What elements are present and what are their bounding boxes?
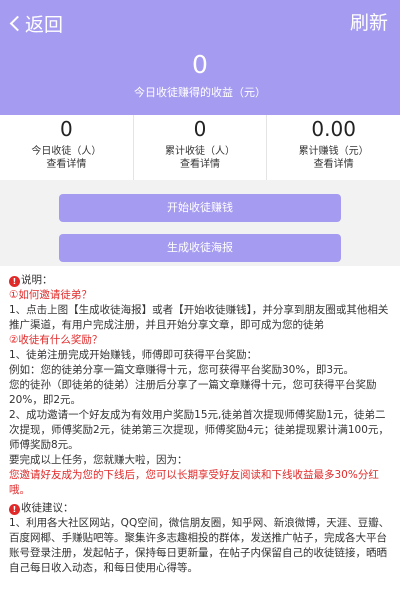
- notes-title-text: 说明：: [21, 274, 53, 286]
- tips-title-text: 收徒建议：: [21, 502, 74, 514]
- instructions: ! 说明： ①如何邀请徒弟？ 1、点击上图【生成收徒海报】或者【开始收徒赚钱】，并…: [9, 273, 393, 576]
- stats-bar: 0 今日收徒（人） 查看详情 0 累计收徒（人） 查看详情 0.00 累计赚钱（…: [0, 115, 400, 180]
- answer-how-to-invite: 1、点击上图【生成收徒海报】或者【开始收徒赚钱】，并分享到朋友圈或其他相关推广渠…: [9, 304, 389, 331]
- question-how-to-invite: ①如何邀请徒弟？: [9, 289, 92, 301]
- back-button[interactable]: 返回: [6, 9, 63, 37]
- action-panel: 开始收徒赚钱 生成收徒海报: [0, 180, 400, 266]
- start-recruiting-button[interactable]: 开始收徒赚钱: [59, 194, 341, 222]
- chevron-left-icon: [9, 15, 26, 31]
- reward-grand-apprentice: 您的徒孙（即徒弟的徒弟）注册后分享了一篇文章赚得十元，您可获得平台奖励20%，即…: [9, 379, 377, 406]
- question-rewards: ②收徒有什么奖励？: [9, 334, 103, 346]
- highlight-text: 您邀请好友成为您的下线后，您可以长期享受好友阅读和下线收益最多30%分红哦。: [9, 469, 379, 496]
- stat-value: 0.00: [311, 117, 356, 141]
- view-details-link[interactable]: 查看详情: [0, 155, 133, 170]
- reward-example: 例如：您的徒弟分享一篇文章赚得十元，您可获得平台奖励30%，即3元。: [9, 364, 355, 376]
- generate-poster-button[interactable]: 生成收徒海报: [59, 234, 341, 262]
- stat-today-apprentices: 0 今日收徒（人） 查看详情: [0, 115, 133, 180]
- stat-value: 0: [59, 117, 73, 141]
- header: 返回 刷新 0 今日收徒赚得的收益（元）: [0, 0, 400, 115]
- reward-rule-1: 1、徒弟注册完成开始赚钱，师傅即可获得平台奖励：: [9, 349, 258, 361]
- tip-item: 1、利用各大社区网站，QQ空间，微信朋友圈，知乎网、新浪微博，天涯、豆瓣、百度网…: [9, 517, 390, 574]
- stat-total-apprentices: 0 累计收徒（人） 查看详情: [132, 115, 267, 180]
- stat-value: 0: [193, 117, 207, 141]
- tips-title: ! 收徒建议：: [9, 501, 393, 516]
- reward-rule-2: 2、成功邀请一个好友成为有效用户奖励15元,徒弟首次提现师傅奖励1元，徒弟二次提…: [9, 409, 389, 451]
- stat-total-earnings: 0.00 累计赚钱（元） 查看详情: [266, 115, 400, 180]
- info-icon: !: [9, 504, 20, 515]
- reward-summary: 要完成以上任务，您就赚大啦，因为：: [9, 454, 188, 466]
- today-earnings-value: 0: [192, 50, 208, 79]
- view-details-link[interactable]: 查看详情: [267, 155, 400, 170]
- notes-title: ! 说明：: [9, 273, 393, 288]
- today-earnings-label: 今日收徒赚得的收益（元）: [134, 86, 266, 99]
- refresh-button[interactable]: 刷新: [350, 9, 388, 37]
- back-label: 返回: [25, 13, 64, 36]
- view-details-link[interactable]: 查看详情: [134, 155, 267, 170]
- info-icon: !: [9, 276, 20, 287]
